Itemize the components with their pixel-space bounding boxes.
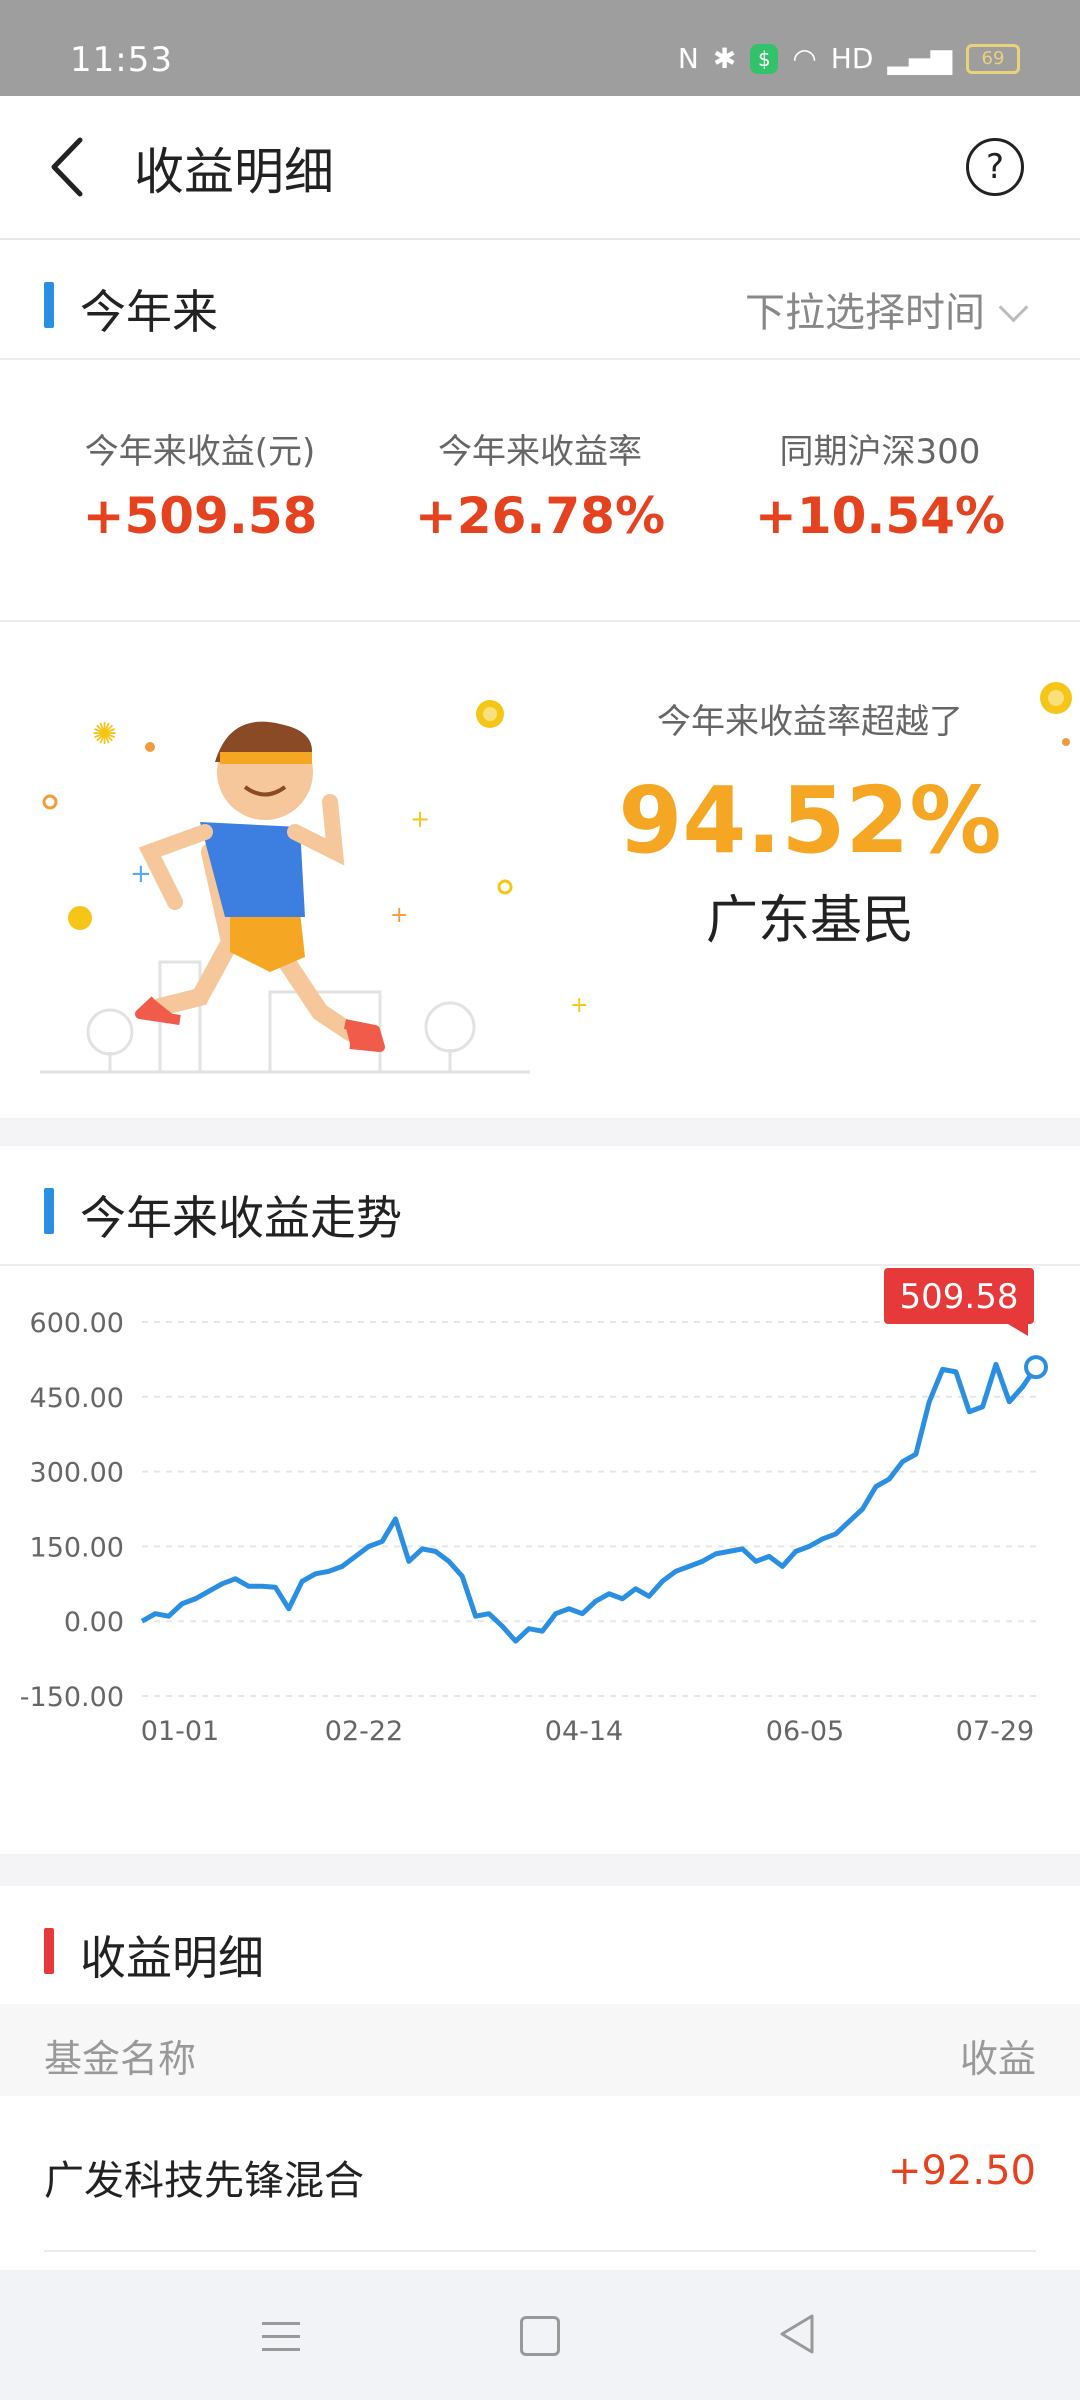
metric-value: +10.54% [754,487,1006,545]
back-arrow-icon[interactable] [40,132,100,202]
metric-value: +26.78% [414,487,666,545]
trend-section: 今年来收益走势 600.00 450.00 300.00 150.00 0.00 -150… [0,1146,1080,1854]
nfc-icon: Ν [677,42,699,75]
series-line [140,1361,1039,1644]
battery-icon: 69 [966,43,1020,74]
help-icon[interactable]: ? [966,138,1024,196]
profit-trend-chart[interactable]: 600.00 450.00 300.00 150.00 0.00 -150.00 01-01… [0,1266,1080,1856]
home-icon[interactable] [520,2316,560,2356]
detail-section-header: 收益明细 [0,1886,1080,2004]
signal-icon: ▂▄▆ [887,42,952,75]
badge-pointer [1008,1324,1028,1336]
ytd-title: 今年来 [80,285,218,339]
col-fund-name: 基金名称 [44,2037,197,2081]
detail-title: 收益明细 [80,1931,264,1985]
coin-icon [1040,682,1072,746]
section-marker [44,282,54,328]
chevron-down-icon [998,292,1029,323]
last-point-marker [1024,1355,1048,1380]
metric-label: 今年来收益(元) [84,432,316,472]
ytd-section: 今年来 下拉选择时间 今年来收益(元) +509.58 今年来收益率 +26.7… [0,240,1080,620]
table-header: 基金名称 收益 [0,2004,1080,2096]
y-tick-label: 0.00 [64,1607,124,1638]
ranking-banner: + + + + ✺ 今年来收益率超越了 94.52% 广东基民 [0,620,1080,1118]
svg-text:✺: ✺ [92,717,117,752]
wifi-icon: ◠ [792,42,817,75]
metric-label: 今年来收益率 [438,432,642,472]
table-row[interactable]: 广发科技先锋混合 +92.50 [44,2096,1036,2252]
detail-section: 收益明细 基金名称 收益 广发科技先锋混合 +92.50 [0,1886,1080,2270]
trend-section-header: 今年来收益走势 [0,1146,1080,1266]
shield-icon: $ [750,43,779,74]
metric-ytd-profit: 今年来收益(元) +509.58 [32,360,369,614]
y-tick-label: -150.00 [20,1682,124,1713]
app-header: 收益明细 ? [0,96,1080,240]
status-icons: Ν ✱ $ ◠ HD ▂▄▆ 69 [678,42,1020,75]
svg-text:+: + [570,993,588,1018]
bluetooth-icon: ✱ [712,42,737,75]
x-tick-label: 07-29 [956,1716,1034,1747]
fund-name: 广发科技先锋混合 [44,2158,364,2204]
time-filter-dropdown[interactable]: 下拉选择时间 [745,280,1029,338]
x-tick-label: 01-01 [141,1716,219,1747]
col-profit: 收益 [959,2037,1036,2081]
section-marker [44,1188,54,1234]
metric-label: 同期沪深300 [779,432,981,472]
metric-value: +509.58 [82,487,318,545]
status-time: 11:53 [70,40,173,80]
ranking-subtitle: 广东基民 [705,891,914,951]
status-bar: 11:53 Ν ✱ $ ◠ HD ▂▄▆ 69 [0,0,1080,96]
x-tick-label: 06-05 [766,1716,844,1747]
time-filter-label: 下拉选择时间 [745,290,985,336]
x-tick-label: 04-14 [545,1716,623,1747]
ytd-section-header: 今年来 下拉选择时间 [0,240,1080,360]
ranking-percent: 94.52% [618,767,1002,874]
section-marker [44,1928,54,1974]
badge-label: 509.58 [900,1277,1019,1317]
y-tick-label: 450.00 [30,1383,124,1414]
network-type: HD [830,42,874,75]
recent-apps-icon[interactable] [262,2322,300,2361]
ranking-text: 今年来收益率超越了 94.52% 广东基民 [600,694,1020,953]
runner-illustration: + + + + ✺ [40,700,588,1074]
system-nav-bar [0,2270,1080,2400]
ranking-caption: 今年来收益率超越了 [657,702,963,742]
metric-ytd-rate: 今年来收益率 +26.78% [372,360,709,614]
metric-csi300: 同期沪深300 +10.54% [712,360,1049,614]
y-tick-label: 300.00 [30,1458,124,1489]
nav-back-icon[interactable] [776,2312,820,2356]
svg-text:+: + [390,903,408,928]
y-tick-label: 150.00 [30,1532,124,1563]
y-tick-label: 600.00 [30,1308,124,1339]
ytd-metrics: 今年来收益(元) +509.58 今年来收益率 +26.78% 同期沪深300 … [0,360,1080,614]
x-tick-label: 02-22 [325,1716,403,1747]
svg-text:+: + [410,805,430,833]
trend-title: 今年来收益走势 [80,1191,402,1245]
page-title: 收益明细 [134,143,334,201]
fund-profit: +92.50 [887,2148,1036,2194]
